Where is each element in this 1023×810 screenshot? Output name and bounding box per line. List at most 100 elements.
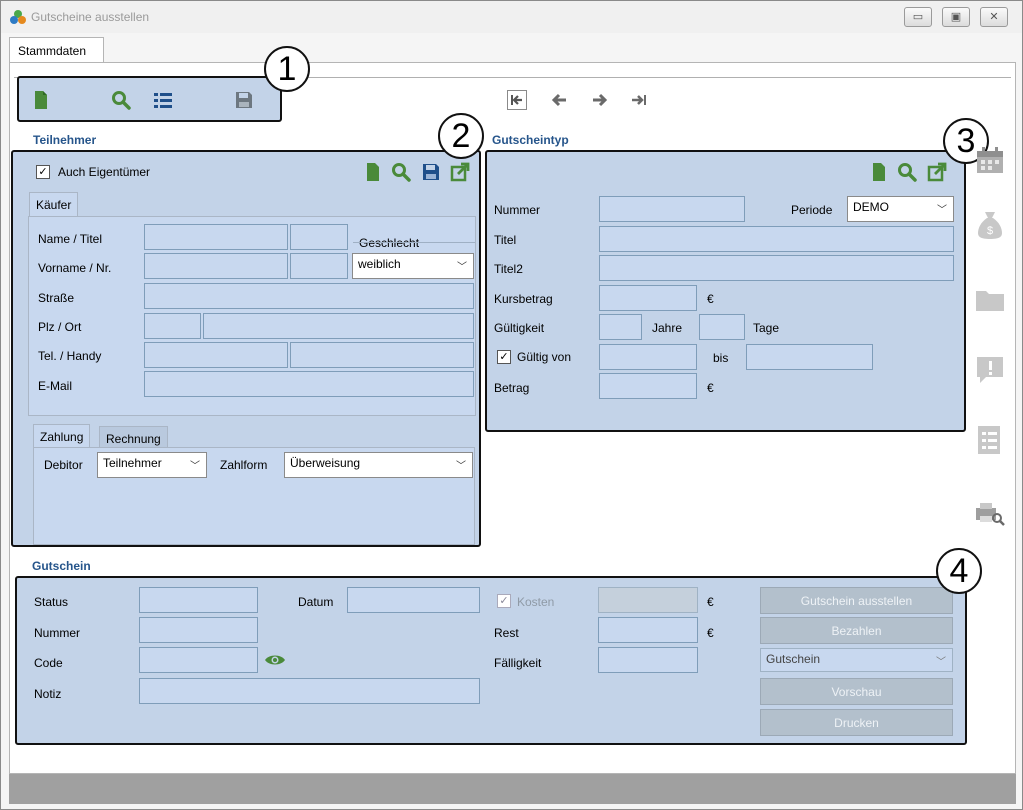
periode-select[interactable]: DEMO ﹀ xyxy=(847,196,954,222)
save-icon[interactable] xyxy=(421,162,441,182)
status-bar xyxy=(9,774,1016,804)
bis-label: bis xyxy=(713,351,729,365)
app-window: Gutscheine ausstellen ▭ ▣ ✕ Stammdaten 1 xyxy=(0,0,1023,810)
gutschein-ausstellen-button[interactable]: Gutschein ausstellen xyxy=(760,587,953,614)
tab-zahlung[interactable]: Zahlung xyxy=(33,424,91,448)
rest-label: Rest xyxy=(494,626,519,640)
datum-field[interactable] xyxy=(347,587,480,613)
tage-field[interactable] xyxy=(699,314,745,340)
betrag-field[interactable] xyxy=(599,373,697,399)
titel-label: Titel xyxy=(494,233,517,247)
currency-label: € xyxy=(707,595,714,609)
notiz-field[interactable] xyxy=(139,678,480,704)
kursbetrag-label: Kursbetrag xyxy=(494,292,553,306)
code-label: Code xyxy=(34,656,63,670)
next-record-icon[interactable] xyxy=(590,90,610,110)
new-document-icon[interactable] xyxy=(363,162,383,182)
name-field[interactable] xyxy=(144,224,288,250)
nummer-field[interactable] xyxy=(599,196,745,222)
external-link-icon[interactable] xyxy=(927,162,947,182)
kosten-checkbox[interactable]: ✓ xyxy=(497,594,511,608)
teilnehmer-title: Teilnehmer xyxy=(33,133,97,147)
minimize-button[interactable]: ▭ xyxy=(904,7,932,27)
search-icon[interactable] xyxy=(111,90,131,110)
previous-record-icon[interactable] xyxy=(549,90,569,110)
zahlform-label: Zahlform xyxy=(220,458,268,472)
bezahlen-button[interactable]: Bezahlen xyxy=(760,617,953,644)
plz-ort-label: Plz / Ort xyxy=(38,320,82,334)
app-logo-icon xyxy=(10,10,26,24)
tab-stammdaten[interactable]: Stammdaten xyxy=(9,37,104,63)
kosten-label: Kosten xyxy=(517,595,555,609)
currency-label: € xyxy=(707,292,714,306)
folder-icon[interactable] xyxy=(974,284,1006,316)
search-icon[interactable] xyxy=(897,162,917,182)
money-bag-icon[interactable]: $ xyxy=(974,209,1006,241)
vorname-field[interactable] xyxy=(144,253,288,279)
titel2-field[interactable] xyxy=(599,255,954,281)
gueltig-von-field[interactable] xyxy=(599,344,697,370)
callout-1: 1 xyxy=(264,46,310,92)
checklist-icon[interactable] xyxy=(974,424,1006,456)
rest-field[interactable] xyxy=(598,617,698,643)
email-label: E-Mail xyxy=(38,379,73,393)
status-field[interactable] xyxy=(139,587,258,613)
auch-eigentuemer-label: Auch Eigentümer xyxy=(58,165,151,179)
email-field[interactable] xyxy=(144,371,474,397)
kursbetrag-field[interactable] xyxy=(599,285,697,311)
comment-alert-icon[interactable] xyxy=(974,354,1006,386)
save-icon[interactable] xyxy=(234,90,254,110)
zahlform-select[interactable]: Überweisung ﹀ xyxy=(284,452,473,478)
callout-4: 4 xyxy=(936,548,982,594)
debitor-label: Debitor xyxy=(44,458,83,472)
kosten-field[interactable] xyxy=(598,587,698,613)
titel-field[interactable] xyxy=(290,224,348,250)
gutschein-type-select[interactable]: Gutschein ﹀ xyxy=(760,648,953,672)
external-link-icon[interactable] xyxy=(450,162,470,182)
drucken-button[interactable]: Drucken xyxy=(760,709,953,736)
debitor-select[interactable]: Teilnehmer ﹀ xyxy=(97,452,207,478)
titel2-label: Titel2 xyxy=(494,262,523,276)
new-document-icon[interactable] xyxy=(869,162,889,182)
first-record-icon[interactable] xyxy=(507,90,527,110)
geschlecht-select[interactable]: weiblich ﹀ xyxy=(352,253,474,279)
telefon-field[interactable] xyxy=(144,342,288,368)
code-field[interactable] xyxy=(139,647,258,673)
titel-field[interactable] xyxy=(599,226,954,252)
gueltig-von-checkbox[interactable]: ✓ xyxy=(497,350,511,364)
eye-icon[interactable] xyxy=(264,653,286,667)
gueltig-bis-field[interactable] xyxy=(746,344,873,370)
name-titel-label: Name / Titel xyxy=(38,232,103,246)
last-record-icon[interactable] xyxy=(630,90,650,110)
close-button[interactable]: ✕ xyxy=(980,7,1008,27)
tab-kaeufer[interactable]: Käufer xyxy=(29,192,79,216)
nr-field[interactable] xyxy=(290,253,348,279)
gueltigkeit-label: Gültigkeit xyxy=(494,321,545,335)
search-icon[interactable] xyxy=(391,162,411,182)
gutschein-panel: Status Datum Nummer Code Notiz ✓ Kosten … xyxy=(15,576,967,745)
tab-rechnung[interactable]: Rechnung xyxy=(99,426,168,448)
maximize-button[interactable]: ▣ xyxy=(942,7,970,27)
strasse-field[interactable] xyxy=(144,283,474,309)
plz-field[interactable] xyxy=(144,313,201,339)
list-icon[interactable] xyxy=(153,90,173,110)
faelligkeit-field[interactable] xyxy=(598,647,698,673)
ort-field[interactable] xyxy=(203,313,474,339)
gutschein-title: Gutschein xyxy=(32,559,91,573)
notiz-label: Notiz xyxy=(34,687,62,701)
print-preview-icon[interactable] xyxy=(974,498,1006,530)
handy-field[interactable] xyxy=(290,342,474,368)
new-document-icon[interactable] xyxy=(31,90,51,110)
window-title: Gutscheine ausstellen xyxy=(31,10,150,24)
calendar-icon[interactable] xyxy=(974,144,1006,176)
vorschau-button[interactable]: Vorschau xyxy=(760,678,953,705)
gueltig-von-label: Gültig von xyxy=(517,350,572,364)
nummer-field[interactable] xyxy=(139,617,258,643)
tage-label: Tage xyxy=(753,321,780,335)
auch-eigentuemer-checkbox[interactable]: ✓ xyxy=(36,165,50,179)
nummer-label: Nummer xyxy=(494,203,541,217)
jahre-field[interactable] xyxy=(599,314,642,340)
tel-handy-label: Tel. / Handy xyxy=(38,349,102,363)
currency-label: € xyxy=(707,381,714,395)
currency-label: € xyxy=(707,626,714,640)
